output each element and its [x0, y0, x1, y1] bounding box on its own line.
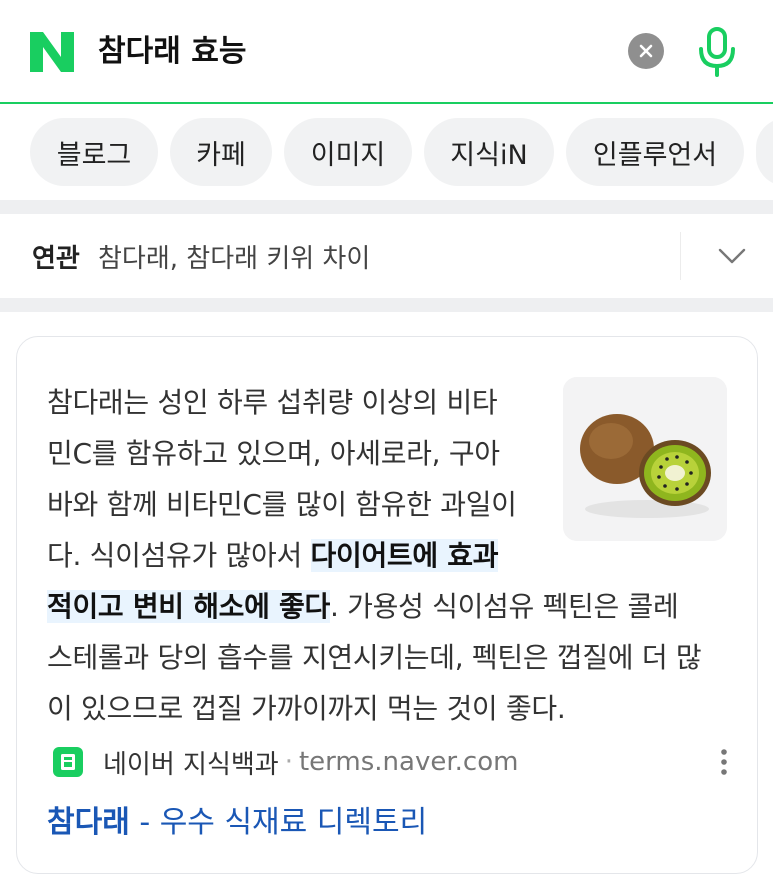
result-title-link[interactable]: 참다래 - 우수 식재료 디렉토리 — [47, 797, 427, 841]
tab-images[interactable]: 이미지 — [284, 118, 412, 186]
microphone-icon — [699, 27, 735, 77]
search-tabs: 블로그 카페 이미지 지식iN 인플루언서 — [0, 104, 773, 200]
naver-logo-icon[interactable] — [28, 30, 76, 74]
tab-blog[interactable]: 블로그 — [30, 118, 158, 186]
search-header: 참다래 효능 — [0, 0, 773, 104]
related-separator — [680, 232, 681, 280]
close-icon — [639, 44, 653, 58]
more-options-icon[interactable] — [715, 747, 733, 777]
source-name[interactable]: 네이버 지식백과 — [103, 744, 279, 781]
source-attribution[interactable]: 네이버 지식백과 · terms.naver.com — [53, 744, 518, 781]
description-line: 적이고 변비 해소에 좋다. 가용성 식이섬유 펙틴은 콜레 — [47, 590, 679, 623]
description-line: 스테롤과 당의 흡수를 지연시키는데, 펙틴은 껍질에 더 많 — [47, 641, 702, 674]
title-keyword: 참다래 — [47, 805, 130, 840]
highlight-text: 다이어트에 효과 — [310, 539, 499, 572]
description-line: 이 있으므로 껍질 가까이까지 먹는 것이 좋다. — [47, 692, 566, 725]
section-divider — [0, 298, 773, 312]
source-separator: · — [284, 747, 293, 777]
related-label: 연관 — [32, 244, 80, 274]
related-searches[interactable]: 연관 참다래, 참다래 키위 차이 — [0, 214, 773, 298]
tab-kin[interactable]: 지식iN — [424, 118, 554, 186]
kiwi-image — [563, 377, 727, 541]
voice-search-button[interactable] — [694, 24, 740, 80]
source-domain[interactable]: terms.naver.com — [299, 747, 518, 777]
chevron-down-icon[interactable] — [716, 240, 748, 272]
knowledge-card: 참다래는 성인 하루 섭취량 이상의 비타 민C를 함유하고 있으며, 아세로라… — [16, 336, 758, 874]
tab-influencer[interactable]: 인플루언서 — [566, 118, 744, 186]
kiwi-thumbnail[interactable] — [563, 377, 727, 541]
tab-cafe[interactable]: 카페 — [170, 118, 272, 186]
related-text[interactable]: 참다래, 참다래 키위 차이 — [98, 238, 370, 275]
clear-search-button[interactable] — [628, 33, 664, 69]
title-rest: - 우수 식재료 디렉토리 — [129, 805, 428, 840]
tab-more[interactable] — [756, 118, 773, 186]
highlight-text: 적이고 변비 해소에 좋다 — [47, 590, 330, 623]
encyclopedia-icon — [53, 747, 83, 777]
search-input[interactable]: 참다래 효능 — [98, 30, 246, 74]
section-divider — [0, 200, 773, 214]
